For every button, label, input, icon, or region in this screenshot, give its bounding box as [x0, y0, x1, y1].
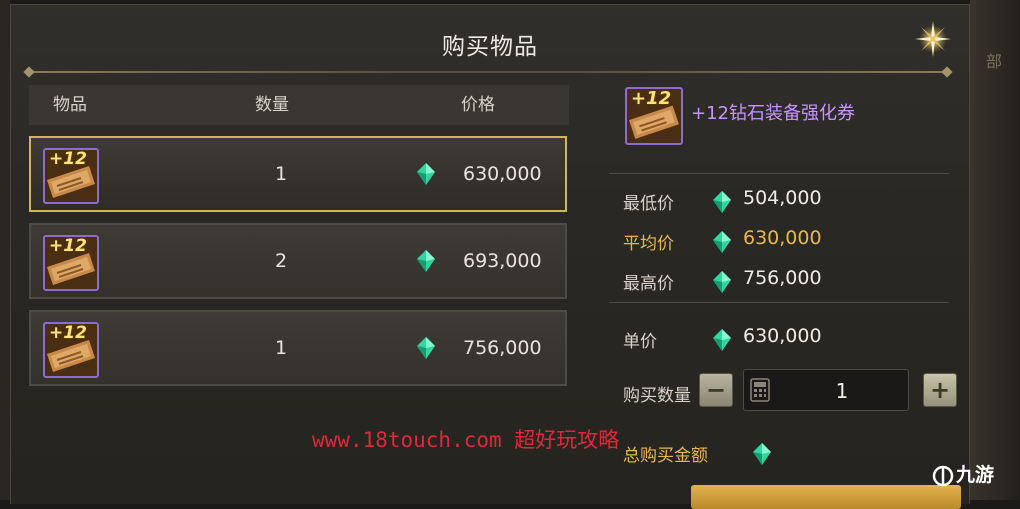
average-price-value: 630,000 — [743, 227, 822, 249]
enhancement-ticket-icon: +12 — [43, 235, 99, 291]
confirm-purchase-button[interactable] — [691, 485, 961, 509]
header-item: 物品 — [53, 95, 87, 115]
diamond-gem-icon — [417, 163, 435, 185]
site-logo: 九游 — [932, 460, 994, 487]
nine-game-logo-icon — [932, 465, 954, 486]
unit-price-label: 单价 — [623, 332, 657, 352]
enhancement-ticket-icon: +12 — [43, 148, 99, 204]
close-button[interactable] — [913, 19, 953, 59]
diamond-gem-icon — [713, 329, 731, 351]
listing-quantity: 1 — [274, 163, 288, 185]
close-star-icon — [915, 21, 951, 57]
header-quantity: 数量 — [255, 95, 289, 115]
enhancement-ticket-icon: +12 — [43, 322, 99, 378]
listing-row[interactable]: +12 1 630,000 — [29, 136, 567, 212]
listing-row[interactable]: +12 1 756,000 — [29, 310, 567, 386]
quantity-input[interactable] — [774, 370, 910, 412]
background-right-strip: 部 — [970, 0, 1020, 500]
background-left-strip — [0, 0, 10, 500]
details-divider — [609, 173, 949, 174]
listing-price: 630,000 — [463, 163, 542, 185]
quantity-label: 购买数量 — [623, 386, 691, 406]
dialog-title: 购买物品 — [442, 34, 538, 60]
quantity-stepper[interactable] — [743, 369, 910, 412]
highest-price-value: 756,000 — [743, 267, 822, 289]
watermark-text: www.18touch.com 超好玩攻略 — [312, 428, 620, 452]
item-name: +12钻石装备强化券 — [691, 103, 855, 124]
listing-table-header: 物品 数量 价格 — [29, 85, 569, 125]
diamond-gem-icon — [713, 231, 731, 253]
highest-price-label: 最高价 — [623, 274, 674, 294]
diamond-gem-icon — [417, 250, 435, 272]
lowest-price-value: 504,000 — [743, 187, 822, 209]
decrease-quantity-button[interactable]: − — [699, 373, 733, 407]
listing-quantity: 1 — [274, 337, 288, 359]
listing-price: 693,000 — [463, 250, 542, 272]
plus-icon: + — [929, 376, 951, 404]
lowest-price-label: 最低价 — [623, 194, 674, 214]
title-divider — [27, 71, 949, 73]
listing-price: 756,000 — [463, 337, 542, 359]
diamond-gem-icon — [713, 191, 731, 213]
details-divider — [609, 302, 949, 303]
background-side-label: 部 — [985, 52, 1002, 71]
listing-row[interactable]: +12 2 693,000 — [29, 223, 567, 299]
diamond-gem-icon — [713, 271, 731, 293]
average-price-label: 平均价 — [623, 234, 674, 254]
unit-price-value: 630,000 — [743, 325, 822, 347]
diamond-gem-icon — [417, 337, 435, 359]
total-amount-label: 总购买金额 — [623, 446, 708, 466]
calculator-icon[interactable] — [750, 378, 770, 402]
header-price: 价格 — [461, 95, 495, 115]
minus-icon: − — [705, 376, 727, 404]
increase-quantity-button[interactable]: + — [923, 373, 957, 407]
listing-quantity: 2 — [274, 250, 288, 272]
enhancement-ticket-icon: +12 — [625, 87, 683, 145]
diamond-gem-icon — [753, 443, 771, 465]
